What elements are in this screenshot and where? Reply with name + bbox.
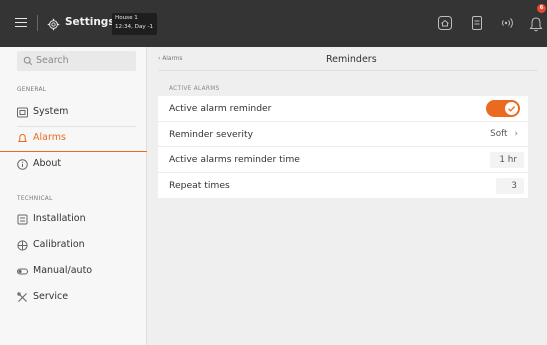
sidebar-item-label: System [33,106,69,117]
setting-row-active-alarm-reminder: Active alarm reminder [158,96,528,122]
system-icon [17,107,28,118]
back-link[interactable]: ‹ Alarms [158,56,182,62]
sidebar-item-manual-auto[interactable]: Manual/auto [0,259,147,285]
setting-row-reminder-severity[interactable]: Reminder severity Soft › [158,122,528,147]
chevron-left-icon: ‹ [158,56,161,62]
sidebar-item-calibration[interactable]: Calibration [0,233,147,259]
sidebar-item-alarms[interactable]: Alarms [0,126,147,152]
setting-label: Reminder severity [169,128,254,140]
wireless-icon[interactable] [498,15,514,31]
settings-card: Active alarm reminder Reminder severity … [158,96,528,198]
page-title: Reminders [326,54,377,65]
menu-icon[interactable] [15,18,27,28]
divider [37,15,38,31]
top-bar: Settings House 1 12:34, Day -1 6 [0,0,547,47]
gear-icon [47,16,60,31]
sidebar-item-installation[interactable]: Installation [0,207,147,233]
sidebar-item-label: Installation [33,213,86,224]
sidebar-item-label: Alarms [33,132,66,143]
house-selector[interactable]: House 1 12:34, Day -1 [112,13,157,35]
sidebar-item-system[interactable]: System [0,100,147,126]
app-title: Settings [65,16,115,28]
severity-value: Soft [490,128,508,139]
tools-icon [17,292,28,303]
severity-select[interactable]: Soft › [490,129,518,139]
bell-icon [17,133,28,144]
search-placeholder: Search [36,55,69,66]
setting-label: Active alarm reminder [169,103,272,114]
tablet-icon[interactable] [469,15,485,31]
house-name: House 1 [115,15,138,21]
installation-icon [17,214,28,225]
sidebar-item-label: Manual/auto [33,265,93,276]
house-time: 12:34, Day -1 [115,24,154,30]
reminder-time-input[interactable]: 1 hr [490,152,524,168]
setting-row-repeat-times: Repeat times 3 [158,173,528,199]
toggle-icon [17,266,28,277]
repeat-times-input[interactable]: 3 [496,177,524,194]
active-alarm-reminder-toggle[interactable] [486,100,520,117]
home-icon[interactable] [437,15,453,31]
setting-label: Active alarms reminder time [169,154,300,165]
calibration-icon [17,240,28,251]
sidebar-item-label: Calibration [33,239,85,250]
general-heading: GENERAL [17,87,47,93]
info-icon [17,159,28,170]
search-icon [23,56,33,66]
search-input[interactable]: Search [17,51,136,71]
notification-badge: 6 [537,4,546,13]
sidebar: Search GENERAL System Alarms About TECHN… [0,47,147,345]
setting-label: Repeat times [169,179,230,191]
chevron-right-icon: › [514,128,518,139]
sidebar-item-label: About [33,158,62,169]
bell-icon[interactable] [528,15,544,33]
divider [158,70,538,71]
sidebar-item-service[interactable]: Service [0,285,147,311]
back-label: Alarms [162,56,183,62]
content-header: ‹ Alarms Reminders [158,50,538,70]
sidebar-item-label: Service [33,291,69,302]
sidebar-item-about[interactable]: About [0,152,147,178]
check-icon [505,102,518,115]
setting-row-reminder-time: Active alarms reminder time 1 hr [158,147,528,173]
technical-heading: TECHNICAL [17,196,53,202]
section-label: ACTIVE ALARMS [169,86,220,92]
